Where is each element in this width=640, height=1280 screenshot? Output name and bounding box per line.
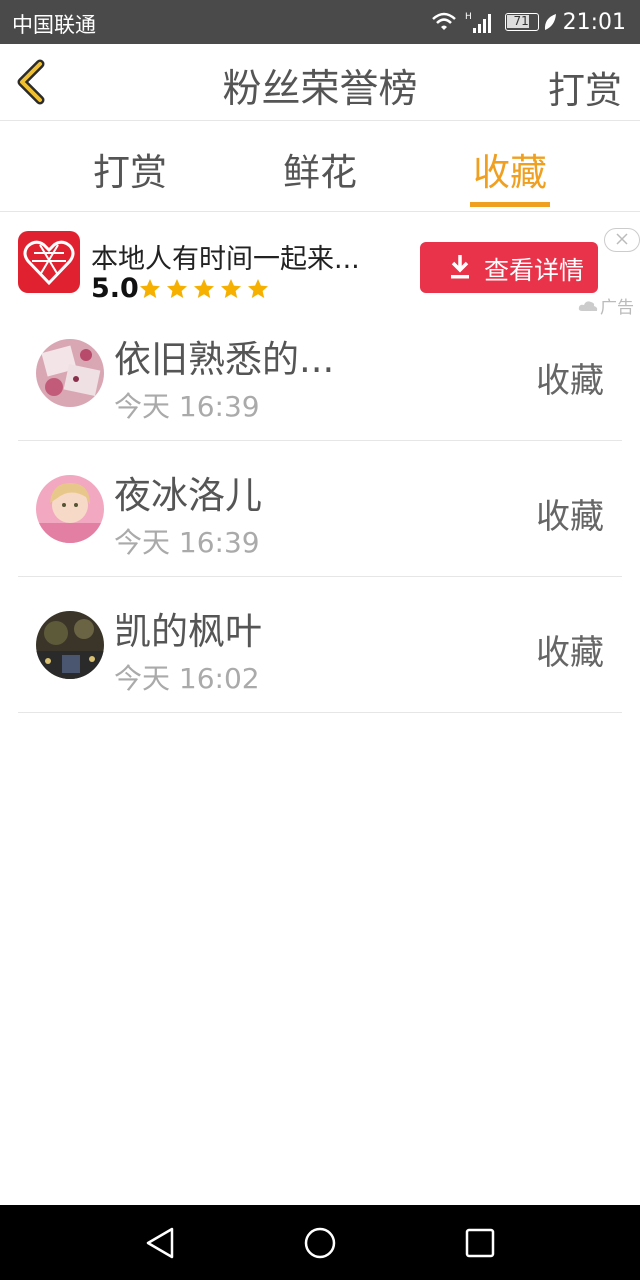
divider [18,712,622,713]
star-icon [167,279,187,298]
ad-close-button[interactable] [604,228,640,252]
nav-home-icon[interactable] [302,1225,338,1261]
list-item[interactable]: 依旧熟悉的... 今天 16:39 收藏 [0,305,640,441]
status-icons: H 71 21:01 [423,8,626,36]
ad-rating: 5.0 [91,273,139,304]
avatar-image [36,611,104,679]
rating-stars [138,277,273,301]
fan-time: 今天 16:39 [114,526,260,559]
carrier-label: 中国联通 [12,13,96,37]
fan-action: 收藏 [536,633,604,673]
view-details-button[interactable]: 查看详情 [420,242,598,293]
signal-icon: H [465,12,491,33]
tab-favorites[interactable]: 收藏 [450,142,570,196]
tab-tip[interactable]: 打赏 [70,142,190,196]
star-icon [194,279,214,298]
avatar[interactable] [36,339,104,407]
nav-recents-icon[interactable] [462,1225,498,1261]
star-icon [221,279,241,298]
wifi-icon [431,12,456,30]
tip-button[interactable]: 打赏 [548,60,622,114]
fan-time: 今天 16:39 [114,390,260,423]
battery-icon: 71 [504,13,539,31]
system-nav-bar [0,1205,640,1280]
avatar[interactable] [36,611,104,679]
fan-action: 收藏 [536,497,604,537]
fan-action: 收藏 [536,361,604,401]
svg-text:H: H [465,12,472,22]
ad-title: 本地人有时间一起来... [91,244,360,275]
view-details-label: 查看详情 [484,256,585,285]
battery-level: 71 [513,14,529,28]
fan-time: 今天 16:02 [114,662,260,695]
app-logo [18,231,80,293]
avatar-image [36,475,104,543]
fan-name: 夜冰洛儿 [114,474,262,517]
clock: 21:01 [562,9,626,35]
active-tab-indicator [470,202,550,207]
tab-flowers[interactable]: 鲜花 [260,142,380,196]
star-icon [248,279,268,298]
avatar[interactable] [36,475,104,543]
close-icon [616,233,628,245]
leaf-icon [544,14,556,30]
ad-banner[interactable]: 本地人有时间一起来... 5.0 查看详情 广告 [0,213,640,318]
list-item[interactable]: 凯的枫叶 今天 16:02 收藏 [0,577,640,713]
download-icon [451,255,469,279]
fan-name: 凯的枫叶 [114,610,262,653]
status-bar: 中国联通 H 71 21:01 [0,0,640,44]
heart-logo-icon [23,240,75,286]
nav-back-icon[interactable] [142,1225,178,1261]
fan-name: 依旧熟悉的... [114,338,335,381]
header-bar: 粉丝荣誉榜 打赏 [0,44,640,121]
star-icon [140,279,160,298]
page-title: 粉丝荣誉榜 [222,67,418,112]
tab-bar: 打赏 鲜花 收藏 [0,122,640,212]
fan-list: 依旧熟悉的... 今天 16:39 收藏 夜冰洛儿 今天 16:39 收藏 凯的… [0,305,640,713]
list-item[interactable]: 夜冰洛儿 今天 16:39 收藏 [0,441,640,577]
avatar-image [36,339,104,407]
